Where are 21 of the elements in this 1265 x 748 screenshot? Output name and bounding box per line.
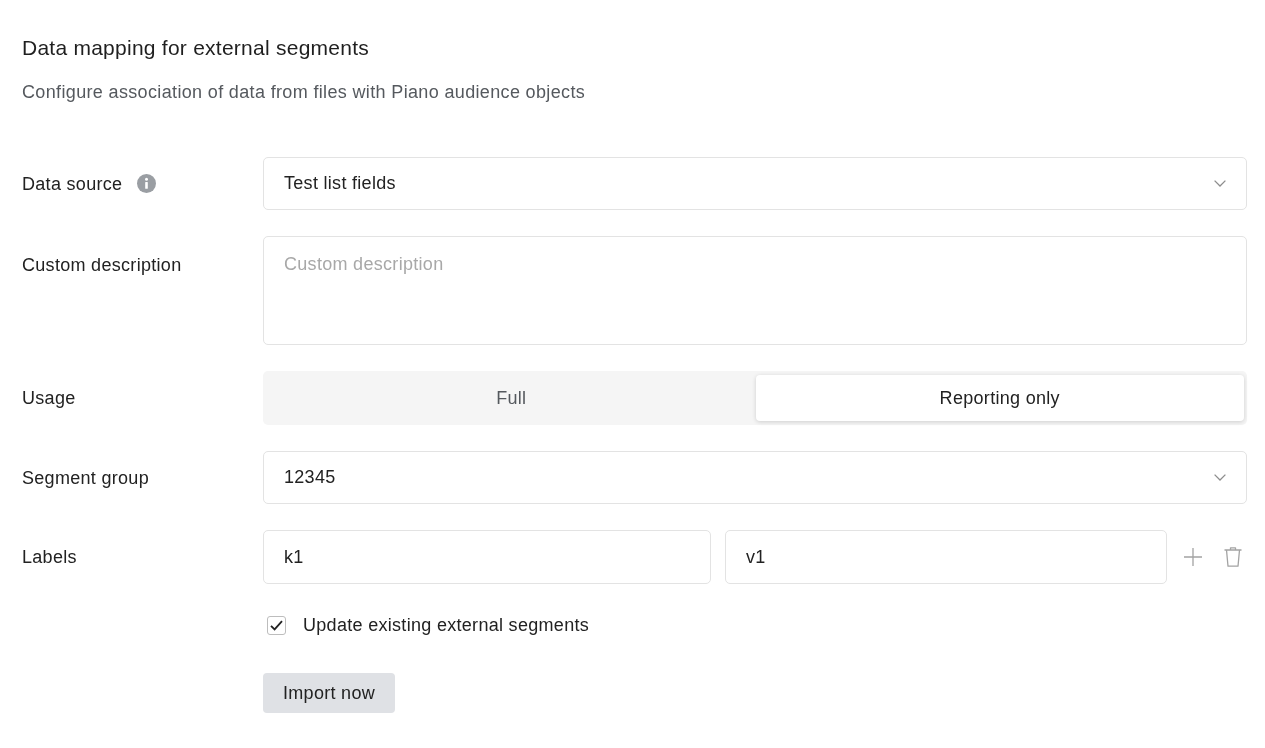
checkbox[interactable] [267, 615, 286, 635]
field-label: Custom description [22, 254, 182, 276]
field-label: Usage [22, 387, 76, 409]
value-input[interactable]: v1 [725, 530, 1167, 584]
import-button[interactable]: Import now [263, 673, 396, 713]
description-textarea[interactable]: Custom description [263, 236, 1247, 345]
dropdown-select[interactable]: Test list fields [263, 157, 1247, 210]
segment-option[interactable]: Reporting only [755, 375, 1244, 421]
field-label: Data source [22, 172, 123, 195]
segment-option[interactable]: Full [267, 375, 756, 421]
plus-icon[interactable] [1184, 548, 1202, 566]
chevron-down-icon [1214, 474, 1226, 481]
checkbox-label: Update existing external segments [303, 614, 590, 636]
key-input[interactable]: k1 [263, 530, 711, 584]
field-label: Labels [22, 546, 77, 568]
field-label: Segment group [22, 466, 149, 489]
chevron-down-icon [1214, 180, 1226, 187]
page-title: Data mapping for external segments [22, 35, 369, 61]
trash-icon[interactable] [1224, 547, 1242, 567]
dropdown-select[interactable]: 12345 [263, 451, 1247, 504]
page-subtitle: Configure association of data from files with Piano audience objects [22, 81, 586, 103]
